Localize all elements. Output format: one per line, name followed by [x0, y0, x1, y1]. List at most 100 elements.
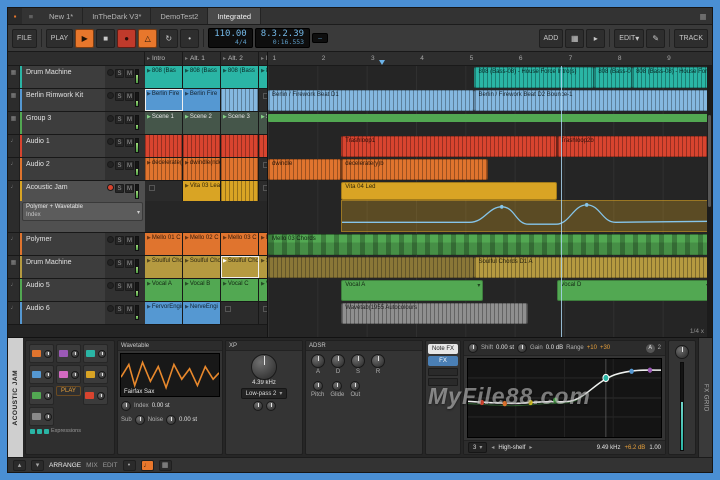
record-arm-button[interactable] — [107, 259, 114, 266]
arranger-body[interactable]: 808 (Bass-08) - House Force Intro(s) 808… — [268, 66, 712, 337]
env-amount-knob[interactable] — [265, 401, 276, 411]
clip-slot[interactable] — [259, 135, 267, 157]
solo-button[interactable]: S — [115, 236, 124, 245]
arranger-clip[interactable]: Vocal A — [341, 280, 484, 301]
vertical-scrollbar[interactable] — [707, 66, 712, 337]
arranger-timeline[interactable]: 1 2 3 4 5 6 7 8 9 808 (Bass-08) - House … — [268, 52, 712, 337]
mod-knob[interactable] — [97, 370, 106, 379]
fx-button[interactable]: FX — [428, 356, 458, 366]
project-tab[interactable]: New 1* — [40, 8, 84, 24]
oscillator-title[interactable]: Wavetable — [118, 341, 222, 351]
decay-knob[interactable] — [331, 354, 345, 368]
arranger-clip[interactable]: decelerate(y)b — [341, 159, 488, 180]
clip-slot[interactable]: decelerate(d — [145, 158, 183, 180]
dial-panel-button[interactable] — [122, 459, 136, 471]
track-name[interactable]: Audio 1 — [20, 135, 105, 157]
group-scene-slot[interactable]: Scene 1 — [145, 112, 183, 134]
eq-graph[interactable] — [467, 358, 662, 438]
clip-slot[interactable] — [221, 181, 259, 201]
group-clip-strip[interactable] — [268, 114, 712, 122]
mod-knob[interactable] — [70, 370, 79, 379]
mod-knob[interactable] — [43, 349, 52, 358]
clip-slot[interactable]: Vocal C — [221, 279, 259, 301]
project-tab[interactable]: DemoTest2 — [151, 8, 209, 24]
next-band-icon[interactable] — [529, 444, 532, 451]
project-tab-active[interactable]: Integrated — [208, 8, 262, 24]
solo-button[interactable]: S — [115, 259, 124, 268]
clip-slot[interactable]: 808 (Bass — [183, 66, 221, 88]
arrange-view-button[interactable]: ARRANGE — [49, 462, 81, 469]
track-name[interactable]: Polymer — [20, 233, 105, 255]
mod-knob[interactable] — [97, 349, 106, 358]
scene-header[interactable]: Alt. 2 — [221, 52, 259, 65]
clip-slot-empty[interactable] — [259, 158, 267, 180]
device-panel-fx-tab[interactable]: FX GRID — [698, 338, 712, 457]
scene-header[interactable]: Mar — [259, 52, 267, 65]
arranger-clip[interactable]: dwindle — [268, 159, 342, 180]
play-mod-button[interactable]: PLAY — [56, 386, 81, 396]
clip-slot-playing[interactable]: Soulful Cho — [221, 256, 259, 278]
record-arm-button[interactable] — [107, 92, 114, 99]
record-arm-button[interactable] — [107, 138, 114, 145]
tempo-display[interactable]: 110.00 4/4 — [208, 27, 253, 49]
clip-slot[interactable]: Vocal A — [145, 279, 183, 301]
mute-button[interactable]: M — [125, 305, 134, 314]
mix-view-button[interactable]: MIX — [86, 462, 98, 469]
solo-button[interactable]: S — [115, 115, 124, 124]
mod-knob[interactable] — [97, 391, 106, 400]
track-name[interactable]: Audio 6 — [20, 302, 105, 324]
clip-slot[interactable]: Soulful Cho — [183, 256, 221, 278]
release-knob[interactable] — [371, 354, 385, 368]
panel-down-button[interactable] — [31, 459, 44, 471]
mod-cell[interactable] — [82, 386, 108, 405]
play-button[interactable] — [75, 28, 95, 48]
noise-knob[interactable] — [166, 415, 177, 425]
group-scene-slot[interactable]: Scene 2 — [183, 112, 221, 134]
playhead[interactable] — [561, 66, 563, 337]
clip-slot-empty[interactable] — [259, 302, 267, 324]
arranger-clip[interactable]: Berlin / Firework Beat D1 — [268, 90, 475, 111]
solo-button[interactable]: S — [115, 305, 124, 314]
mod-knob[interactable] — [43, 391, 52, 400]
mod-cell[interactable] — [29, 365, 54, 384]
clip-slot[interactable]: Voc — [259, 279, 267, 301]
clip-slot-selected[interactable]: Berlin Fire — [145, 89, 183, 111]
wavetable-display[interactable]: Fairfax Sax — [120, 353, 220, 397]
arranger-clip[interactable]: Berlin / Firework Beat D2 Bounce-1 — [474, 90, 712, 111]
mod-cell[interactable] — [29, 344, 54, 363]
clip-slot[interactable]: FervorEngin — [145, 302, 183, 324]
expressions-row[interactable]: Expressions — [29, 428, 111, 434]
mute-button[interactable]: M — [125, 236, 134, 245]
mod-knob[interactable] — [43, 412, 52, 421]
scene-header[interactable]: Alt. 1 — [183, 52, 221, 65]
record-arm-button[interactable] — [107, 161, 114, 168]
record-button[interactable] — [117, 28, 137, 48]
clip-slot[interactable] — [221, 135, 259, 157]
play-mode-button[interactable]: PLAY — [45, 28, 74, 48]
track-device-chooser[interactable]: Polymer + Wavetable Index — [22, 202, 143, 221]
sub-knob[interactable] — [134, 415, 145, 425]
track-name[interactable]: Audio 2 — [20, 158, 105, 180]
arranger-clip[interactable]: Wavetab(1955 Autocolours — [341, 303, 528, 324]
clip-slot[interactable]: Soulful Cho — [145, 256, 183, 278]
arranger-clip[interactable]: 808 (Bass-08) — [594, 67, 633, 88]
clip-slot[interactable]: Mello 03 C — [221, 233, 259, 255]
group-scene-slot[interactable]: Scen — [259, 112, 267, 134]
pen-tool-button[interactable] — [646, 28, 666, 48]
arranger-clip[interactable]: Soulful Chords D1 A — [474, 257, 712, 278]
file-button[interactable]: FILE — [12, 28, 37, 48]
pads-panel-button[interactable] — [158, 459, 172, 471]
clip-slot[interactable]: Soulf — [259, 256, 267, 278]
stop-button[interactable] — [96, 28, 116, 48]
clip-slot[interactable] — [221, 158, 259, 180]
loop-button[interactable] — [159, 28, 179, 48]
shift-knob[interactable] — [468, 343, 478, 353]
clip-slot[interactable]: Vita 03 Lead — [183, 181, 221, 201]
mod-knob[interactable] — [70, 349, 79, 358]
mod-cell[interactable] — [56, 344, 81, 363]
index-knob[interactable] — [121, 401, 131, 411]
record-arm-button[interactable] — [107, 282, 114, 289]
fx-slot[interactable] — [428, 378, 458, 386]
arranger-clip[interactable]: Trashloop1 — [341, 136, 557, 157]
solo-button[interactable]: S — [115, 69, 124, 78]
